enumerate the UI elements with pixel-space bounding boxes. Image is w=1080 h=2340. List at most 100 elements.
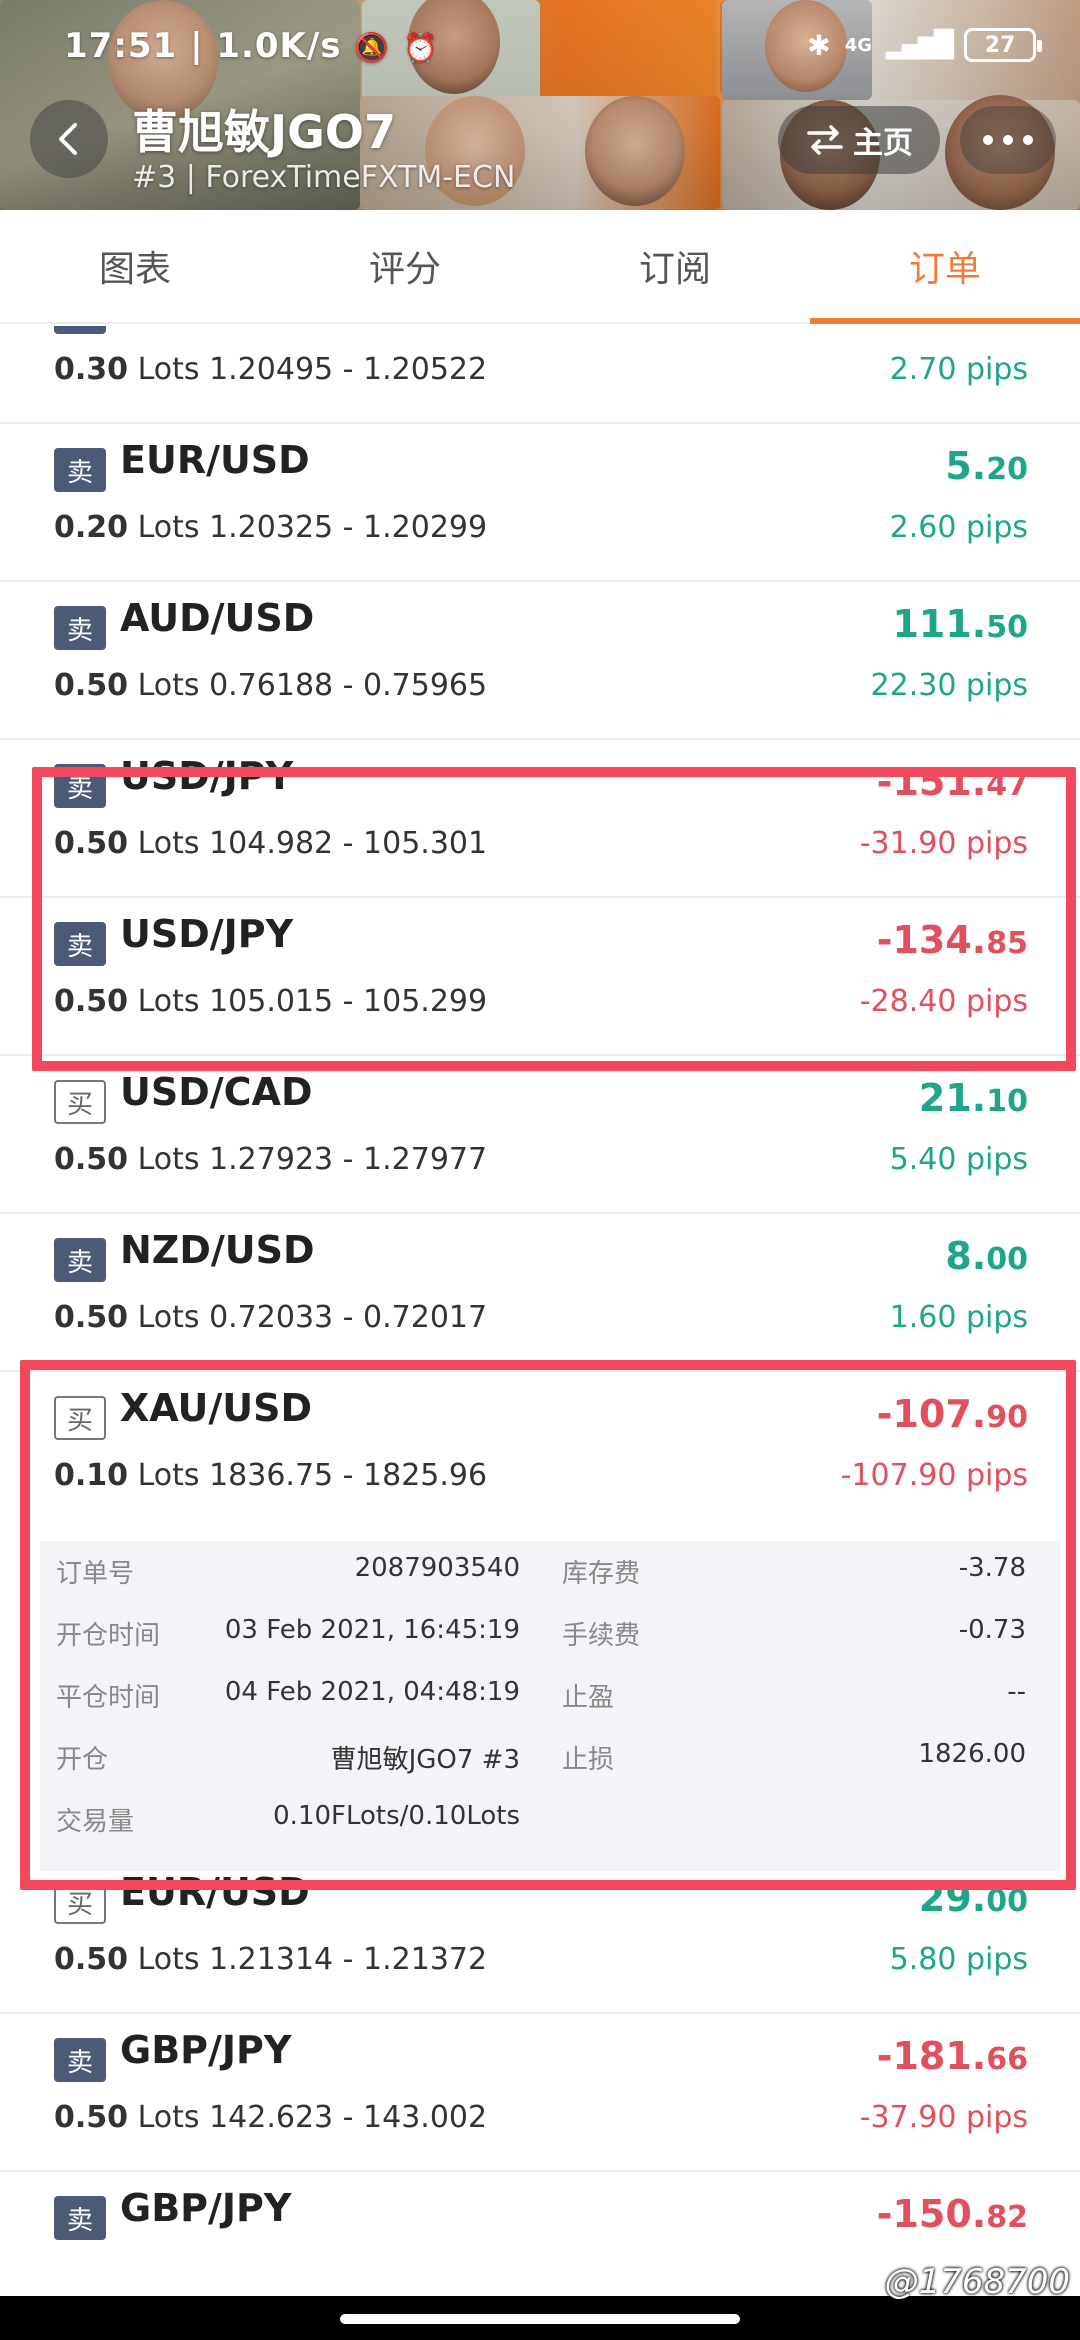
profit-integer: 8.	[945, 326, 986, 330]
tab-bar: 图表 评分 订阅 订单	[0, 210, 1080, 324]
detail-value: 2087903540	[354, 1553, 520, 1583]
status-bar-right: ✱ 4G ▂▄▆█ 27	[807, 28, 1042, 62]
order-row[interactable]: 卖 GBP/JPY 0.50 Lots 142.623 - 143.002 -181.…	[0, 2014, 1080, 2172]
order-row[interactable]: 卖 USD/JPY 0.50 Lots 104.982 - 105.301 -151.…	[0, 740, 1080, 898]
profit-integer: -134.	[876, 918, 987, 962]
detail-label: 开仓时间	[56, 1621, 161, 1651]
tab-subscribe[interactable]: 订阅	[540, 210, 810, 322]
profit-decimal: 20	[986, 452, 1028, 487]
lots-value: 0.50	[54, 1300, 129, 1335]
detail-label: 开仓	[56, 1745, 109, 1775]
order-row[interactable]: 卖 USD/JPY 0.50 Lots 105.015 - 105.299 -134.…	[0, 898, 1080, 1056]
lots-and-price-range: 0.50 Lots 0.76188 - 0.75965	[54, 668, 487, 703]
battery-icon: 27	[964, 28, 1042, 62]
order-row[interactable]: 卖 AUD/USD 0.50 Lots 0.76188 - 0.75965 111.5…	[0, 582, 1080, 740]
lots-and-price-range: 0.50 Lots 0.72033 - 0.72017	[54, 1300, 487, 1335]
lots-and-price-range: 0.10 Lots 1836.75 - 1825.96	[54, 1458, 487, 1493]
lots-unit: Lots	[137, 984, 200, 1019]
detail-value: 03 Feb 2021, 16:45:19	[224, 1615, 520, 1645]
detail-label-right: 止损	[562, 1745, 615, 1775]
lots-unit: Lots	[137, 352, 200, 387]
lots-value: 0.50	[54, 1942, 129, 1977]
status-bar-left: 17:51 | 1.0K/s 🔕 ⏰	[64, 26, 439, 66]
buy-badge: 买	[54, 1880, 106, 1924]
detail-value-right: 1826.00	[918, 1739, 1026, 1769]
pips-value: -31.90 pips	[859, 826, 1028, 861]
currency-pair: EUR/USD	[120, 438, 310, 482]
profit-value: -134.85	[877, 918, 1028, 962]
profit-integer: -107.	[876, 1392, 987, 1436]
lots-unit: Lots	[137, 1300, 200, 1335]
order-row[interactable]: 卖 EUR/USD 0.20 Lots 1.20325 - 1.20299 5.20 2…	[0, 424, 1080, 582]
more-button[interactable]	[960, 106, 1056, 174]
pips-value: 22.30 pips	[870, 668, 1028, 703]
detail-label-right: 手续费	[562, 1621, 641, 1651]
more-icon-dot	[1023, 135, 1033, 145]
profit-integer: -150.	[876, 2192, 987, 2236]
lots-and-price-range: 0.50 Lots 105.015 - 105.299	[54, 984, 487, 1019]
account-subtitle: #3 | ForexTimeFXTM-ECN	[132, 160, 516, 195]
profit-integer: 29.	[918, 1876, 987, 1920]
detail-label: 平仓时间	[56, 1683, 161, 1713]
home-indicator[interactable]	[340, 2314, 740, 2324]
price-range: 1.20495 - 1.20522	[209, 352, 488, 387]
currency-pair: NZD/USD	[120, 1228, 315, 1272]
currency-pair: GBP/JPY	[120, 2028, 292, 2072]
order-row[interactable]: 买 XAU/USD 0.10 Lots 1836.75 - 1825.96 -107.…	[0, 1372, 1080, 1530]
pips-value: 1.60 pips	[889, 1300, 1028, 1335]
bluetooth-icon: ✱	[807, 28, 831, 62]
lots-unit: Lots	[137, 510, 200, 545]
tab-orders[interactable]: 订单	[810, 210, 1080, 324]
detail-row: 交易量 0.10FLots/0.10Lots	[40, 1801, 1060, 1863]
profit-value: -107.90	[877, 1392, 1028, 1436]
order-row[interactable]: 买 USD/CAD 0.50 Lots 1.27923 - 1.27977 21.10…	[0, 1056, 1080, 1214]
lots-value: 0.50	[54, 2100, 129, 2135]
price-range: 0.76188 - 0.75965	[209, 668, 488, 703]
profit-value: 21.10	[919, 1076, 1028, 1120]
profit-decimal: 47	[986, 768, 1028, 803]
profit-decimal: 00	[986, 1242, 1028, 1277]
detail-label-right: 库存费	[562, 1559, 641, 1589]
lots-value: 0.10	[54, 1458, 129, 1493]
tab-rating[interactable]: 评分	[270, 210, 540, 322]
lots-and-price-range: 0.50 Lots 1.27923 - 1.27977	[54, 1142, 487, 1177]
currency-pair: USD/JPY	[120, 912, 294, 956]
price-range: 1836.75 - 1825.96	[209, 1458, 488, 1493]
pips-value: -28.40 pips	[859, 984, 1028, 1019]
lots-unit: Lots	[137, 1142, 200, 1177]
detail-row: 开仓 曹旭敏JGO7 #3 止损 1826.00	[40, 1739, 1060, 1801]
sell-badge: 卖	[54, 326, 106, 334]
orders-list[interactable]: 卖EUR/USD0.30 Lots 1.20495 - 1.205228.102…	[0, 326, 1080, 2296]
tab-chart[interactable]: 图表	[0, 210, 270, 322]
buy-badge: 买	[54, 1396, 106, 1440]
lots-unit: Lots	[137, 1942, 200, 1977]
order-row[interactable]: 卖EUR/USD0.30 Lots 1.20495 - 1.205228.102…	[0, 326, 1080, 424]
profit-decimal: 82	[986, 2200, 1028, 2235]
detail-value-right: -3.78	[958, 1553, 1026, 1583]
buy-badge: 买	[54, 1080, 106, 1124]
lots-and-price-range: 0.50 Lots 142.623 - 143.002	[54, 2100, 487, 2135]
profit-integer: -181.	[876, 2034, 987, 2078]
tab-label: 图表	[98, 249, 171, 290]
detail-label: 交易量	[56, 1807, 135, 1837]
pips-value: 5.80 pips	[889, 1942, 1028, 1977]
pips-value: 2.60 pips	[889, 510, 1028, 545]
lots-and-price-range: 0.30 Lots 1.20495 - 1.20522	[54, 352, 487, 387]
pips-value: 2.70 pips	[889, 352, 1028, 387]
order-details-panel: 订单号 2087903540 库存费 -3.78 开仓时间 03 Feb 2021, 16…	[40, 1541, 1060, 1871]
price-range: 1.20325 - 1.20299	[209, 510, 488, 545]
price-range: 1.27923 - 1.27977	[209, 1142, 488, 1177]
profit-decimal: 10	[986, 1084, 1028, 1119]
lots-unit: Lots	[137, 1458, 200, 1493]
pips-value: 5.40 pips	[889, 1142, 1028, 1177]
system-nav-bar	[0, 2296, 1080, 2340]
home-button[interactable]: 主页	[778, 106, 940, 174]
order-row[interactable]: 卖 NZD/USD 0.50 Lots 0.72033 - 0.72017 8.00 1…	[0, 1214, 1080, 1372]
detail-row: 开仓时间 03 Feb 2021, 16:45:19 手续费 -0.73	[40, 1615, 1060, 1677]
profit-value: 8.00	[945, 1234, 1028, 1278]
back-button[interactable]	[30, 100, 108, 178]
page-title: 曹旭敏JGO7	[132, 105, 396, 159]
order-row[interactable]: 买 EUR/USD 0.50 Lots 1.21314 - 1.21372 29.00…	[0, 1856, 1080, 2014]
more-icon-dot	[1003, 135, 1013, 145]
profit-decimal: 90	[986, 1400, 1028, 1435]
